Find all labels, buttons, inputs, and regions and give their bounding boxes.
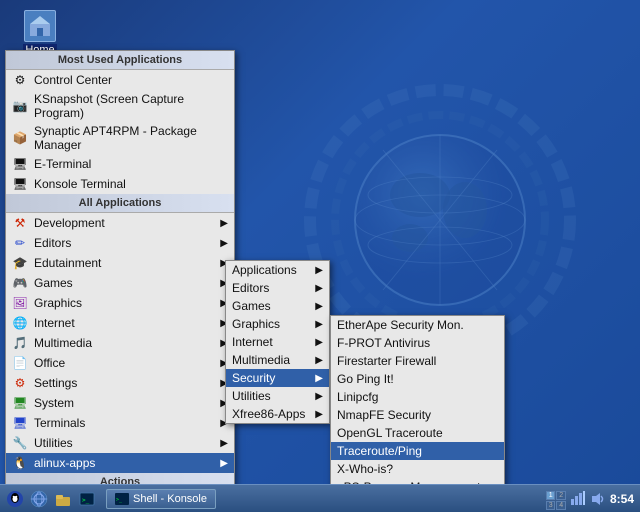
submenu-level3-security: EtherApe Security Mon. F-PROT Antivirus … <box>330 315 505 497</box>
editors-icon: ✏ <box>12 235 28 251</box>
konsole-icon: 🖥 <box>12 176 28 192</box>
system-icon: 🖥 <box>12 395 28 411</box>
desktop: Home Most Used Applications ⚙ Control Ce… <box>0 0 640 512</box>
taskbar-clock: 8:54 <box>610 492 634 506</box>
taskbar-icon-terminal[interactable]: >_ <box>76 488 98 510</box>
submenu-level2: Applications ▶ Editors ▶ Games ▶ Graphic… <box>225 260 330 424</box>
sub3-xwhois[interactable]: X-Who-is? <box>331 460 504 478</box>
all-apps-header: All Applications <box>6 194 234 213</box>
synaptic-icon: 📦 <box>12 130 28 146</box>
sub2-multimedia[interactable]: Multimedia ▶ <box>226 351 329 369</box>
control-center-icon: ⚙ <box>12 72 28 88</box>
graphics-icon: 🖼 <box>12 295 28 311</box>
sub2-internet[interactable]: Internet ▶ <box>226 333 329 351</box>
internet-icon: 🌐 <box>12 315 28 331</box>
menu-settings[interactable]: ⚙ Settings ▶ <box>6 373 234 393</box>
sub3-etherape[interactable]: EtherApe Security Mon. <box>331 316 504 334</box>
menu-office[interactable]: 📄 Office ▶ <box>6 353 234 373</box>
most-used-header: Most Used Applications <box>6 51 234 70</box>
menu-multimedia[interactable]: 🎵 Multimedia ▶ <box>6 333 234 353</box>
sub2-editors[interactable]: Editors ▶ <box>226 279 329 297</box>
menu-control-center[interactable]: ⚙ Control Center <box>6 70 234 90</box>
menu-edutainment[interactable]: 🎓 Edutainment ▶ <box>6 253 234 273</box>
menu-internet[interactable]: 🌐 Internet ▶ <box>6 313 234 333</box>
arrow-icon: ▶ <box>220 458 228 469</box>
arrow-icon: ▶ <box>315 319 323 330</box>
menu-synaptic[interactable]: 📦 Synaptic APT4RPM - Package Manager <box>6 122 234 154</box>
pager-cell-2[interactable]: 2 <box>556 491 566 500</box>
sub3-traceroute-ping[interactable]: Traceroute/Ping <box>331 442 504 460</box>
arrow-icon: ▶ <box>315 373 323 384</box>
sub2-graphics[interactable]: Graphics ▶ <box>226 315 329 333</box>
eterminal-icon: 🖥 <box>12 156 28 172</box>
menu-development[interactable]: ⚒ Development ▶ <box>6 213 234 233</box>
sub3-linipcfg[interactable]: Linipcfg <box>331 388 504 406</box>
home-icon-image <box>24 10 56 42</box>
taskbar: >_ >_ Shell - Konsole 1 2 3 4 <box>0 484 640 512</box>
alinux-icon: 🐧 <box>12 455 28 471</box>
menu-konsole[interactable]: 🖥 Konsole Terminal <box>6 174 234 194</box>
menu-system[interactable]: 🖥 System ▶ <box>6 393 234 413</box>
utilities-icon: 🔧 <box>12 435 28 451</box>
sub3-fprot[interactable]: F-PROT Antivirus <box>331 334 504 352</box>
multimedia-icon: 🎵 <box>12 335 28 351</box>
menu-ksnapshot[interactable]: 📷 KSnapshot (Screen Capture Program) <box>6 90 234 122</box>
arrow-icon: ▶ <box>220 218 228 229</box>
arrow-icon: ▶ <box>315 391 323 402</box>
taskbar-konsole-button[interactable]: >_ Shell - Konsole <box>106 489 216 509</box>
systray-network-icon[interactable] <box>570 491 586 507</box>
arrow-icon: ▶ <box>315 409 323 420</box>
sub3-opengl-traceroute[interactable]: OpenGL Traceroute <box>331 424 504 442</box>
sub2-xfree86[interactable]: Xfree86-Apps ▶ <box>226 405 329 423</box>
menu-utilities[interactable]: 🔧 Utilities ▶ <box>6 433 234 453</box>
settings-icon: ⚙ <box>12 375 28 391</box>
arrow-icon: ▶ <box>315 283 323 294</box>
arrow-icon: ▶ <box>315 337 323 348</box>
pager[interactable]: 1 2 3 4 <box>546 491 566 507</box>
taskbar-icon-penguin[interactable] <box>4 488 26 510</box>
menu-graphics[interactable]: 🖼 Graphics ▶ <box>6 293 234 313</box>
sub3-nmapfe[interactable]: NmapFE Security <box>331 406 504 424</box>
taskbar-app-icons: >_ <box>0 488 102 510</box>
sub2-games[interactable]: Games ▶ <box>226 297 329 315</box>
edutainment-icon: 🎓 <box>12 255 28 271</box>
development-icon: ⚒ <box>12 215 28 231</box>
main-menu: Most Used Applications ⚙ Control Center … <box>5 50 235 512</box>
arrow-icon: ▶ <box>220 438 228 449</box>
taskbar-icon-browser[interactable] <box>28 488 50 510</box>
sub2-utilities[interactable]: Utilities ▶ <box>226 387 329 405</box>
pager-cell-1[interactable]: 1 <box>546 491 556 500</box>
menu-alinux-apps[interactable]: 🐧 alinux-apps ▶ <box>6 453 234 473</box>
sub3-goping[interactable]: Go Ping It! <box>331 370 504 388</box>
pager-cell-3[interactable]: 3 <box>546 501 556 510</box>
menu-terminals[interactable]: 🖥 Terminals ▶ <box>6 413 234 433</box>
ksnapshot-icon: 📷 <box>12 98 28 114</box>
menu-games[interactable]: 🎮 Games ▶ <box>6 273 234 293</box>
pager-cell-4[interactable]: 4 <box>556 501 566 510</box>
sub2-security[interactable]: Security ▶ <box>226 369 329 387</box>
menu-eterminal[interactable]: 🖥 E-Terminal <box>6 154 234 174</box>
games-icon: 🎮 <box>12 275 28 291</box>
taskbar-middle: >_ Shell - Konsole <box>102 489 540 509</box>
svg-text:>_: >_ <box>82 497 90 504</box>
svg-text:>_: >_ <box>116 497 123 503</box>
sub3-firestarter[interactable]: Firestarter Firewall <box>331 352 504 370</box>
terminals-icon: 🖥 <box>12 415 28 431</box>
menu-editors[interactable]: ✏ Editors ▶ <box>6 233 234 253</box>
sub2-applications[interactable]: Applications ▶ <box>226 261 329 279</box>
arrow-icon: ▶ <box>315 301 323 312</box>
office-icon: 📄 <box>12 355 28 371</box>
taskbar-icon-folder[interactable] <box>52 488 74 510</box>
taskbar-right: 1 2 3 4 8:54 <box>540 491 640 507</box>
arrow-icon: ▶ <box>315 265 323 276</box>
arrow-icon: ▶ <box>220 238 228 249</box>
arrow-icon: ▶ <box>315 355 323 366</box>
systray-volume-icon[interactable] <box>590 491 606 507</box>
